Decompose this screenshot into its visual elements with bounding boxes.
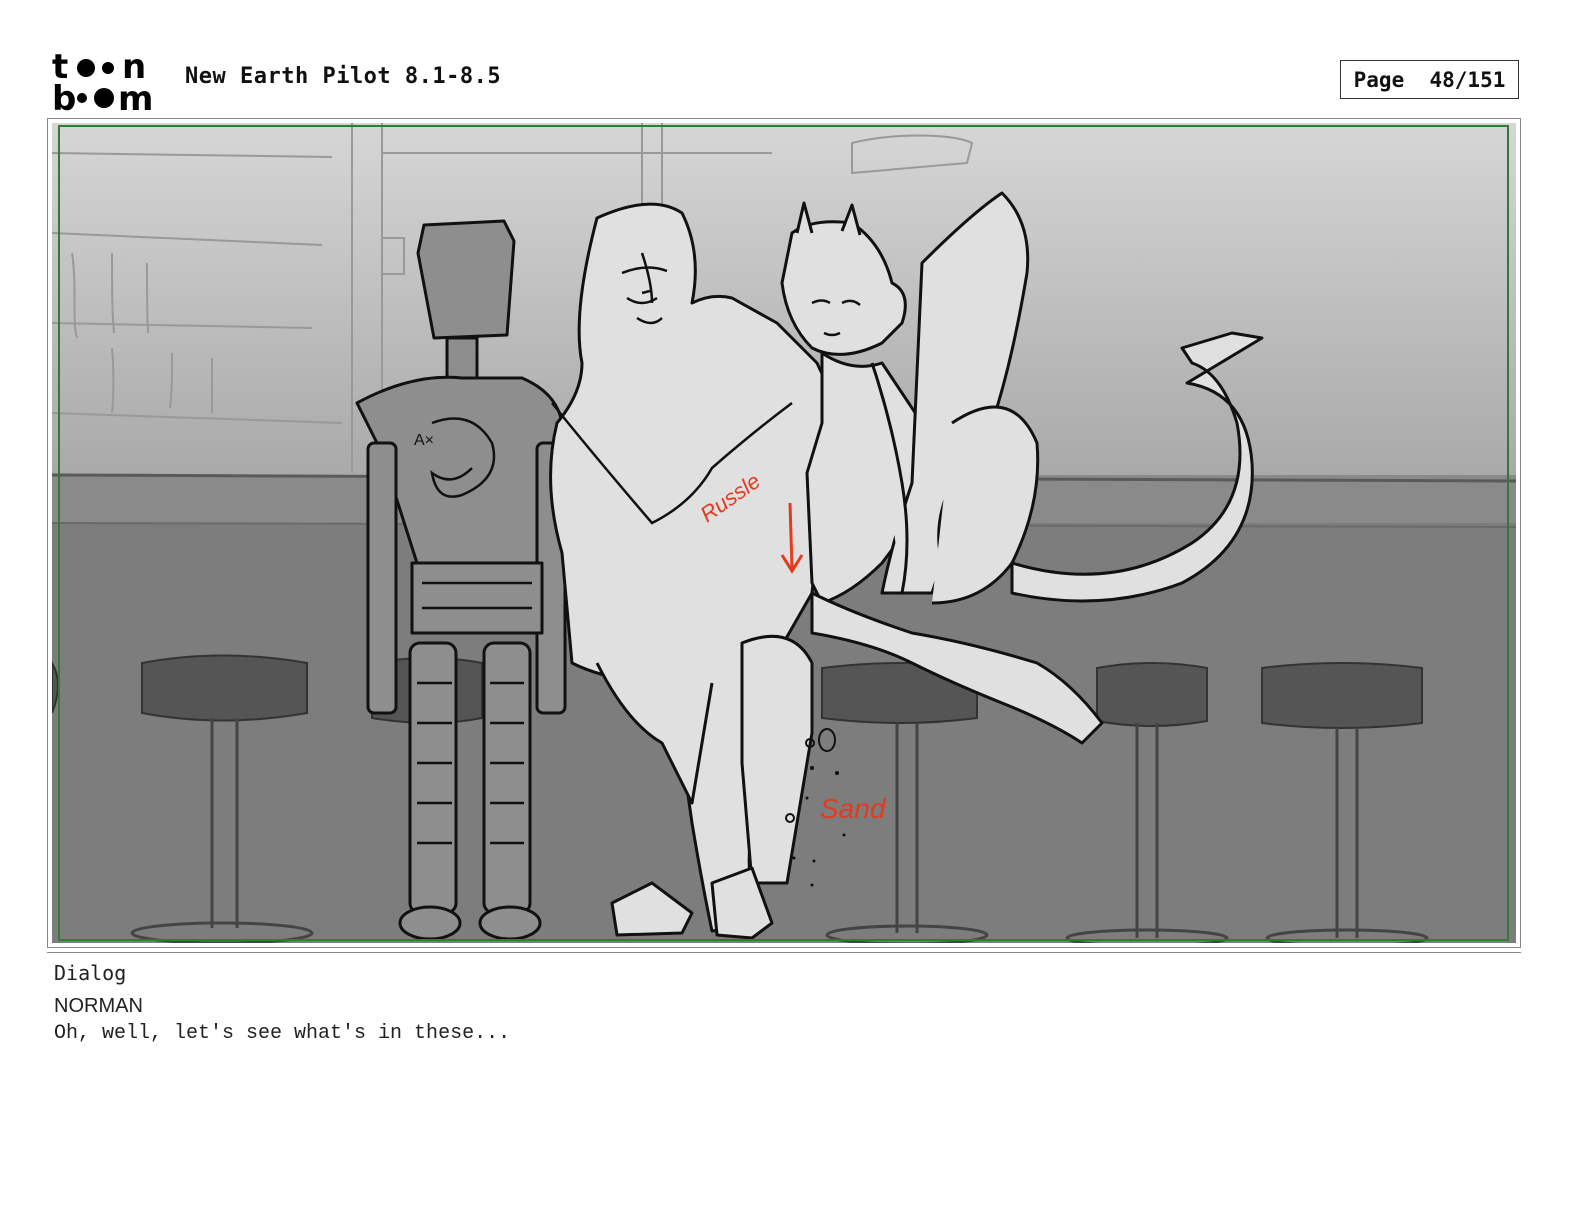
dialog-section-label: Dialog	[54, 961, 127, 985]
dialog-speaker: NORMAN	[54, 995, 143, 1017]
dialog-line: Oh, well, let's see what's in these...	[54, 1022, 511, 1045]
toon-boom-logo: t n b m	[52, 50, 153, 112]
page-indicator: Page 48/151	[1340, 60, 1519, 99]
panel-divider	[47, 952, 1521, 953]
storyboard-panel-drawing: A× Russle Sand	[52, 123, 1516, 943]
annotation-sand: Sand	[820, 793, 887, 824]
svg-text:m: m	[118, 79, 153, 112]
svg-text:b: b	[52, 79, 76, 112]
svg-text:A×: A×	[414, 432, 434, 449]
storyboard-title: New Earth Pilot 8.1-8.5	[185, 64, 502, 89]
